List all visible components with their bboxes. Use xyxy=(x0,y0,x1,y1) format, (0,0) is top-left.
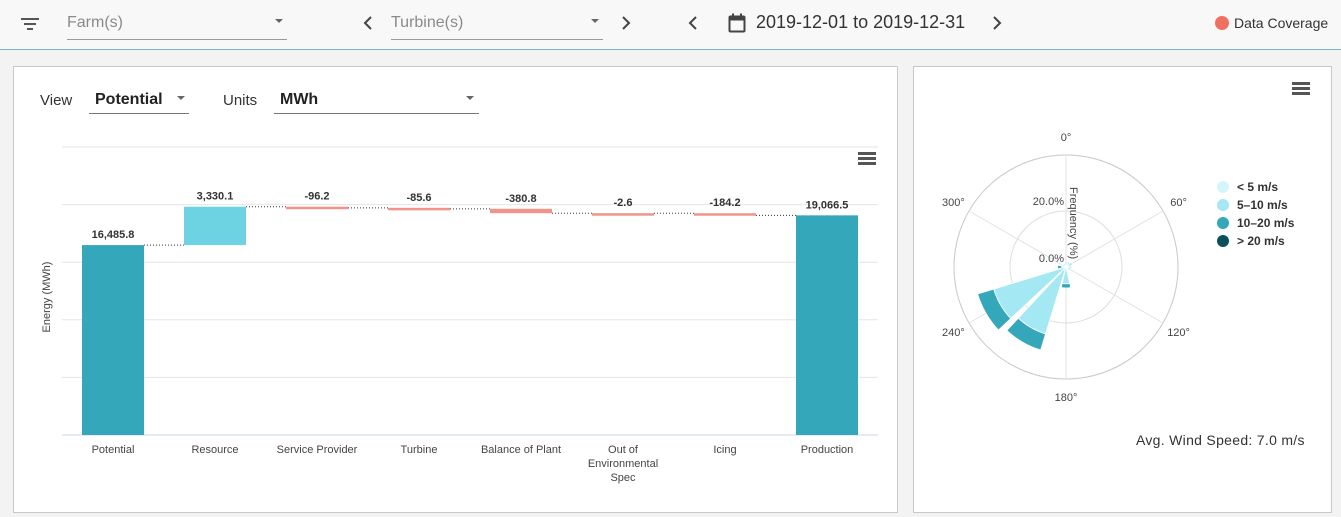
angle-label: 240° xyxy=(942,327,965,339)
bar-3[interactable] xyxy=(388,207,450,211)
category-label: Spec xyxy=(610,472,636,484)
legend-swatch[interactable] xyxy=(1217,199,1229,211)
calendar-icon[interactable] xyxy=(728,13,746,33)
chevron-down-icon xyxy=(275,19,283,23)
bar-1[interactable] xyxy=(184,206,246,246)
radial-label: 20.0% xyxy=(1033,196,1064,208)
category-label: Turbine xyxy=(401,444,438,456)
category-label: Out of xyxy=(608,444,639,456)
data-label: -85.6 xyxy=(406,192,431,204)
angle-label: 60° xyxy=(1170,197,1187,209)
farm-select-placeholder: Farm(s) xyxy=(67,14,123,31)
category-label: Production xyxy=(801,444,854,456)
turbine-prev-icon[interactable] xyxy=(358,12,380,34)
date-range[interactable]: 2019-12-01 to 2019-12-31 xyxy=(756,12,965,33)
category-label: Balance of Plant xyxy=(481,444,561,456)
category-label: Potential xyxy=(92,444,135,456)
avg-wind-speed: Avg. Wind Speed: 7.0 m/s xyxy=(1136,432,1305,448)
angle-label: 0° xyxy=(1061,132,1072,144)
rose-spoke xyxy=(1065,266,1164,324)
legend-label[interactable]: 5–10 m/s xyxy=(1237,198,1288,212)
data-coverage-indicator xyxy=(1215,16,1229,30)
data-label: -96.2 xyxy=(304,191,329,203)
bar-5[interactable] xyxy=(592,213,654,216)
date-prev-icon[interactable] xyxy=(683,12,705,34)
category-label: Service Provider xyxy=(277,444,358,456)
chevron-down-icon xyxy=(591,19,599,23)
angle-label: 180° xyxy=(1055,392,1078,404)
legend-swatch[interactable] xyxy=(1217,217,1229,229)
data-label: -184.2 xyxy=(709,197,740,209)
chart-menu-icon[interactable] xyxy=(1292,82,1310,96)
waterfall-chart: 16,485.8 3,330.1 -96.2 -85.6 -380.8 -2.6 -184.… xyxy=(41,146,878,484)
bar-2[interactable] xyxy=(286,206,348,210)
bar-7[interactable] xyxy=(796,215,858,435)
bar-4[interactable] xyxy=(490,208,552,214)
energy-waterfall-panel: View Potential Units MWh 16,485.8 3,330.1… xyxy=(13,66,898,513)
y-axis-label: Energy (MWh) xyxy=(41,262,53,333)
wind-rose-chart: 0° 60° 120° 180° 240° 300° 0.0% 20.0% Frequency … xyxy=(942,132,1295,404)
turbine-next-icon[interactable] xyxy=(614,12,636,34)
rose-bar[interactable] xyxy=(1060,282,1072,289)
legend-swatch[interactable] xyxy=(1217,235,1229,247)
legend-label[interactable]: > 20 m/s xyxy=(1237,234,1285,248)
data-coverage-label[interactable]: Data Coverage xyxy=(1234,15,1328,31)
category-label: Resource xyxy=(191,444,238,456)
legend-swatch[interactable] xyxy=(1217,181,1229,193)
turbine-select-placeholder: Turbine(s) xyxy=(391,14,464,31)
radial-axis-label: Frequency (%) xyxy=(1067,187,1079,259)
category-label: Environmental xyxy=(588,458,658,470)
angle-label: 120° xyxy=(1167,327,1190,339)
legend-label[interactable]: 10–20 m/s xyxy=(1237,216,1295,230)
radial-label: 0.0% xyxy=(1039,253,1064,265)
data-label: 3,330.1 xyxy=(197,191,234,203)
angle-label: 300° xyxy=(942,197,965,209)
data-label: -2.6 xyxy=(614,197,633,209)
top-toolbar: Farm(s) Turbine(s) 2019-12-01 to 2019-12… xyxy=(0,0,1341,50)
turbine-select[interactable]: Turbine(s) xyxy=(391,10,603,40)
bar-0[interactable] xyxy=(82,245,144,435)
bar-6[interactable] xyxy=(694,213,756,216)
legend-label[interactable]: < 5 m/s xyxy=(1237,180,1278,194)
data-label: 16,485.8 xyxy=(92,229,135,241)
filter-icon[interactable] xyxy=(19,14,41,34)
data-label: -380.8 xyxy=(505,193,536,205)
category-label: Icing xyxy=(713,444,736,456)
farm-select[interactable]: Farm(s) xyxy=(67,10,287,40)
data-label: 19,066.5 xyxy=(806,199,849,211)
rose-spoke xyxy=(1065,210,1164,268)
date-next-icon[interactable] xyxy=(985,12,1007,34)
